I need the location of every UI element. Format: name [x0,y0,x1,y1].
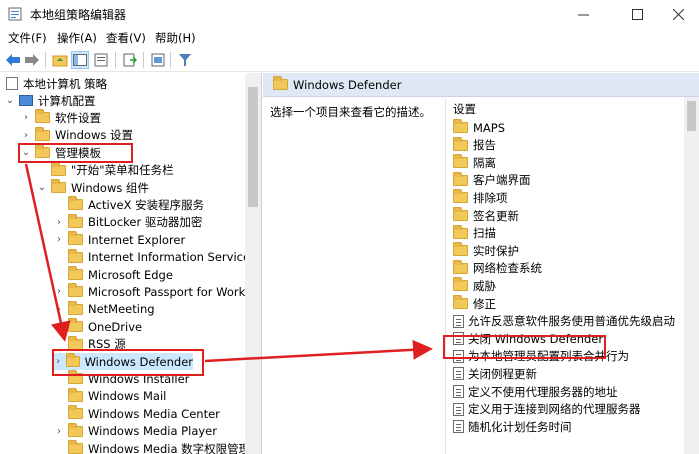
arrow-to-windows-defender [24,163,71,342]
annotation-arrows [24,163,433,363]
arrow-to-turn-off-defender [204,339,433,363]
